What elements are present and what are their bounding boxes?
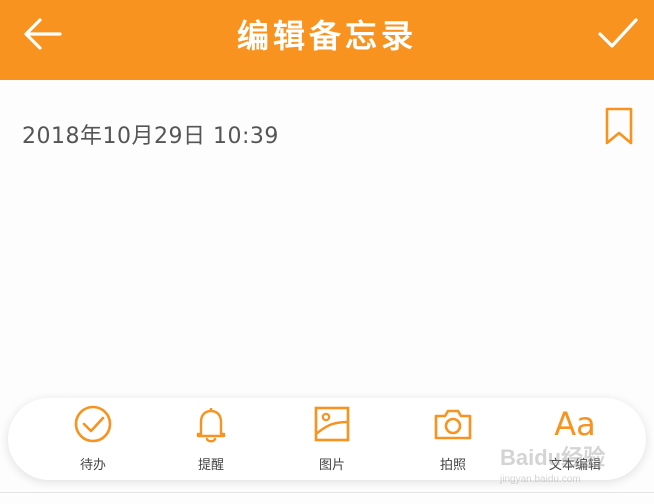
text-format-button[interactable]: Aa 文本编辑: [520, 398, 630, 480]
check-circle-icon: [74, 405, 112, 443]
todo-button[interactable]: 待办: [38, 398, 148, 480]
text-format-label: 文本编辑: [548, 458, 601, 473]
confirm-button[interactable]: [596, 14, 640, 54]
page-title: 编辑备忘录: [236, 17, 417, 55]
image-label: 图片: [318, 458, 345, 473]
app-header: 编辑备忘录: [0, 0, 654, 80]
text-format-icon: Aa: [554, 405, 596, 443]
todo-label: 待办: [79, 458, 106, 473]
image-button[interactable]: 图片: [277, 398, 387, 480]
reminder-button[interactable]: 提醒: [156, 398, 266, 480]
camera-button[interactable]: 拍照: [398, 398, 508, 480]
divider: [0, 492, 654, 493]
bottom-toolbar: 待办 提醒 图片 拍照 Aa 文本编辑: [8, 398, 646, 480]
bookmark-button[interactable]: [602, 106, 636, 146]
bell-icon: [196, 408, 226, 443]
note-datetime: 2018年10月29日 10:39: [22, 124, 279, 149]
bookmark-icon: [605, 107, 633, 145]
image-icon: [314, 406, 350, 442]
check-icon: [598, 18, 638, 48]
reminder-label: 提醒: [197, 458, 224, 473]
camera-label: 拍照: [439, 458, 466, 473]
camera-icon: [434, 409, 472, 440]
